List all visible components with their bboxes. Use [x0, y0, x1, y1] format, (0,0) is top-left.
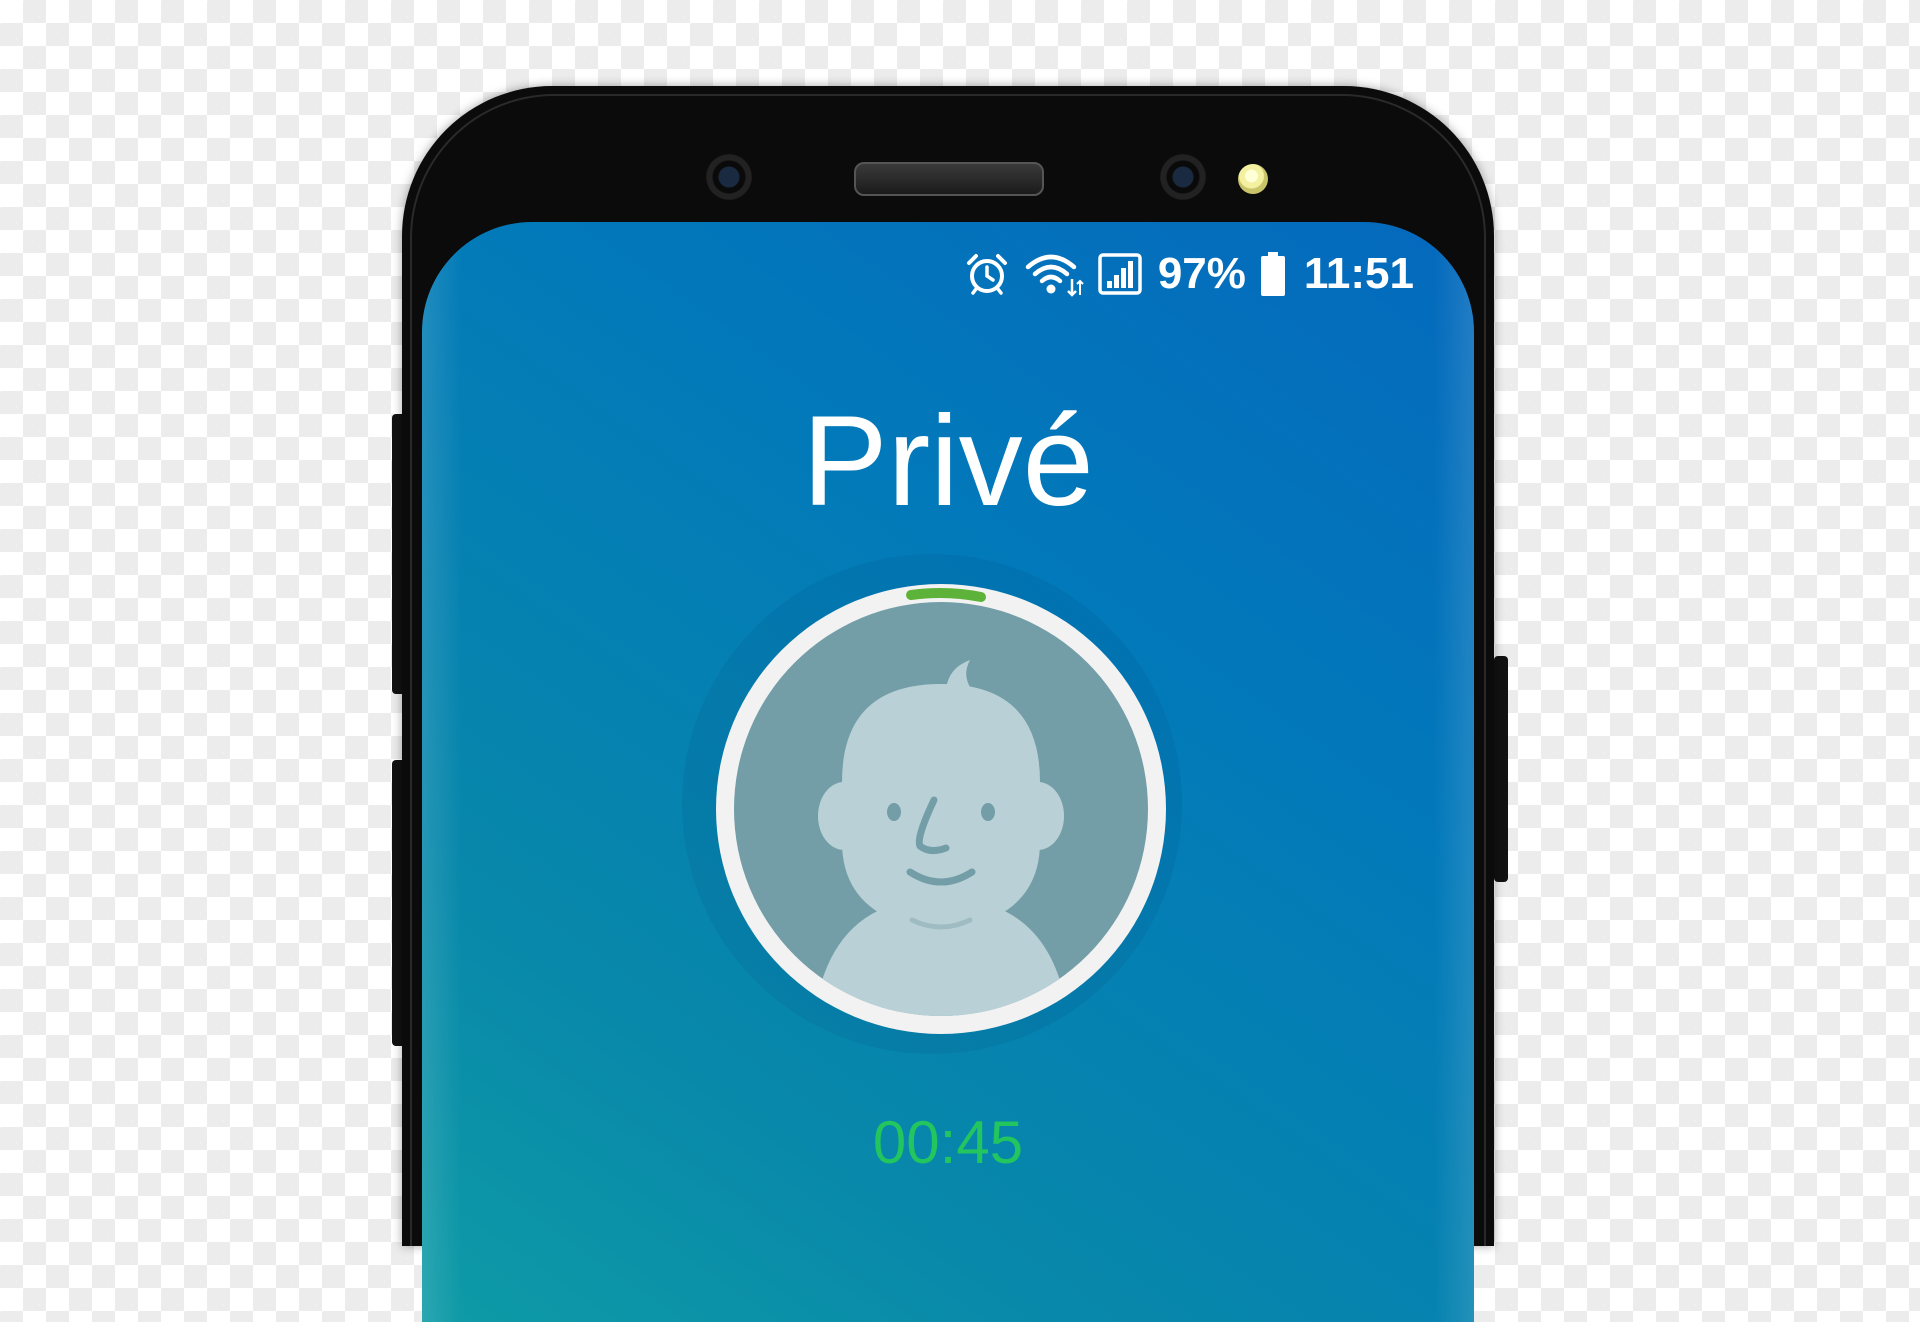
status-bar: 97% 11:51	[964, 250, 1414, 298]
phone-frame: 97% 11:51 Privé 00:45	[402, 86, 1494, 1322]
status-time: 11:51	[1303, 249, 1414, 298]
wifi-icon	[1024, 251, 1084, 297]
call-duration: 00:45	[872, 1109, 1024, 1176]
battery-percent: 97%	[1157, 249, 1246, 298]
notification-led	[1238, 164, 1268, 194]
front-camera-icon	[1160, 154, 1206, 200]
incoming-call-screen: 97% 11:51 Privé 00:45	[422, 222, 1474, 1322]
power-button[interactable]	[1494, 656, 1508, 882]
iris-scanner-icon	[706, 154, 752, 200]
default-contact-avatar-icon	[734, 602, 1148, 1016]
cell-signal-icon	[1098, 251, 1142, 297]
earpiece-speaker	[854, 162, 1044, 196]
avatar	[716, 584, 1166, 1034]
battery-icon	[1260, 251, 1286, 297]
caller-name: Privé	[802, 390, 1094, 533]
alarm-clock-icon	[964, 251, 1010, 297]
